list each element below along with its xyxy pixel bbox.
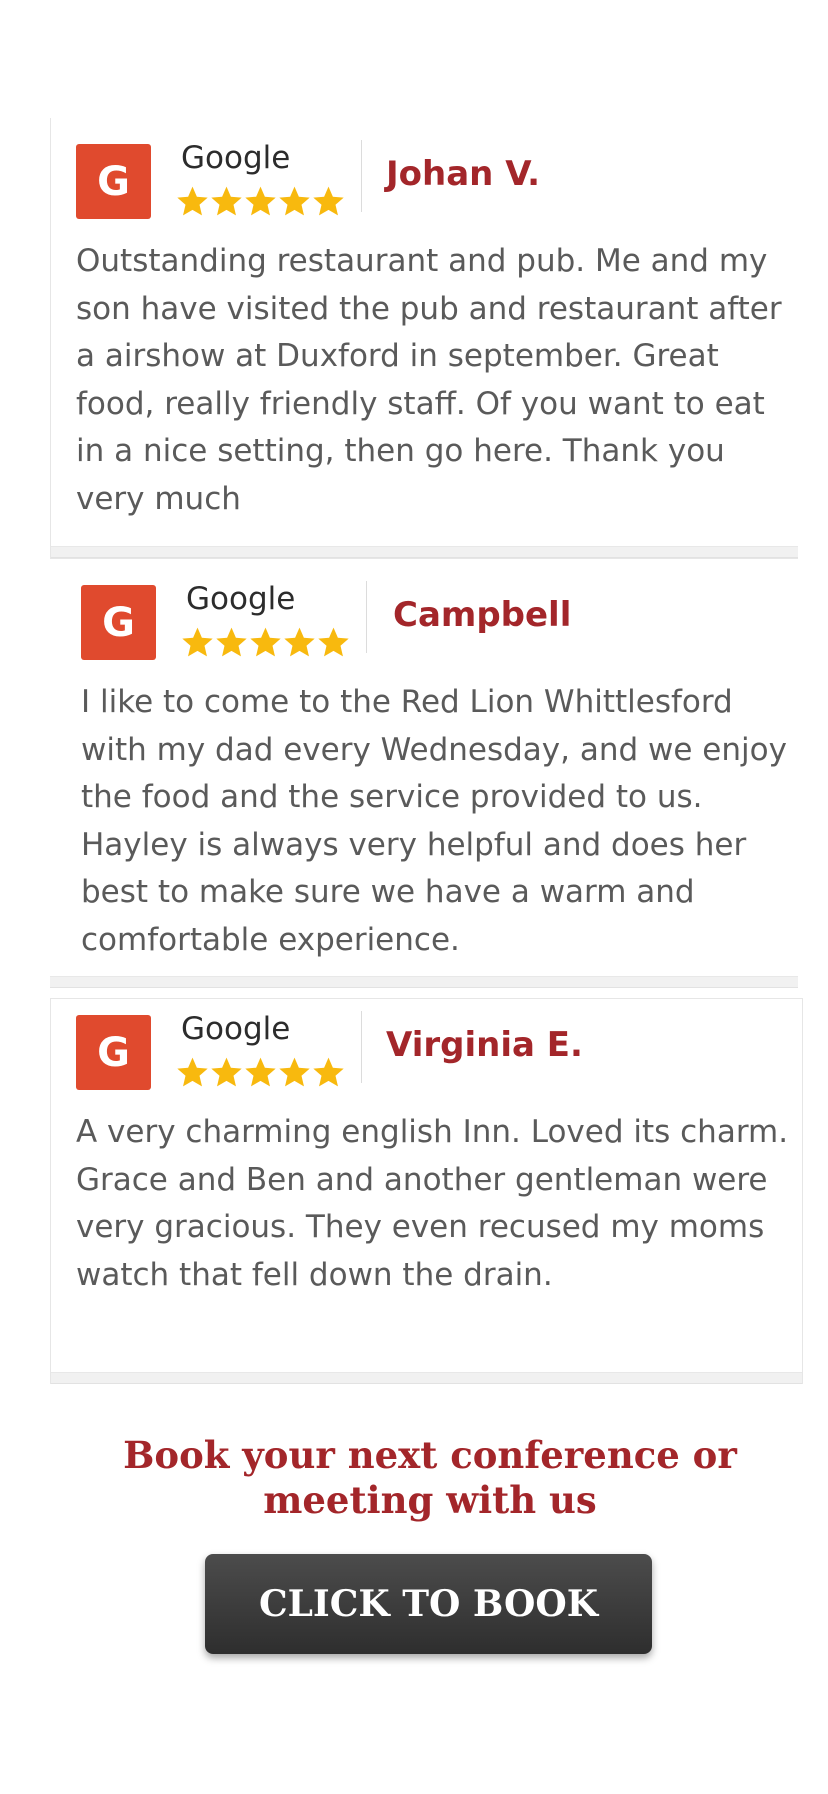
card-footer [50,976,798,988]
reviewer-name: Johan V. [386,154,541,194]
review-card: G Google Virginia E. A very charming eng… [50,998,803,1384]
review-source: Google [181,140,291,176]
google-g-icon: G [76,144,151,219]
google-g-icon: G [81,585,156,660]
divider [361,140,362,212]
star-icon [313,186,344,216]
review-text: Outstanding restaurant and pub. Me and m… [76,243,782,517]
star-rating [175,1055,345,1090]
book-button[interactable]: CLICK TO BOOK [205,1554,652,1654]
star-icon [177,1057,208,1087]
star-icon [279,1057,310,1087]
star-icon [313,1057,344,1087]
divider [361,1011,362,1083]
card-footer [51,546,798,558]
star-icon [211,1057,242,1087]
star-icon [250,627,281,657]
star-icon [284,627,315,657]
star-rating [175,184,345,219]
review-text: A very charming english Inn. Loved its c… [76,1114,789,1293]
star-icon [211,186,242,216]
review-text: I like to come to the Red Lion Whittlesf… [81,684,787,958]
reviewer-name: Virginia E. [386,1025,583,1065]
star-icon [245,1057,276,1087]
card-footer [51,1372,802,1384]
review-source: Google [181,1011,291,1047]
star-icon [216,627,247,657]
reviewer-name: Campbell [393,595,572,635]
review-source: Google [186,581,296,617]
review-card: G Google Johan V. Outstanding restaurant… [50,118,798,558]
star-icon [318,627,349,657]
review-card: G Google Campbell I like to come to the … [50,558,798,988]
star-icon [177,186,208,216]
star-icon [279,186,310,216]
star-rating [180,625,350,660]
cta-heading: Book your next conference or meeting wit… [123,1433,737,1522]
star-icon [245,186,276,216]
star-icon [182,627,213,657]
divider [366,581,367,653]
google-g-icon: G [76,1015,151,1090]
